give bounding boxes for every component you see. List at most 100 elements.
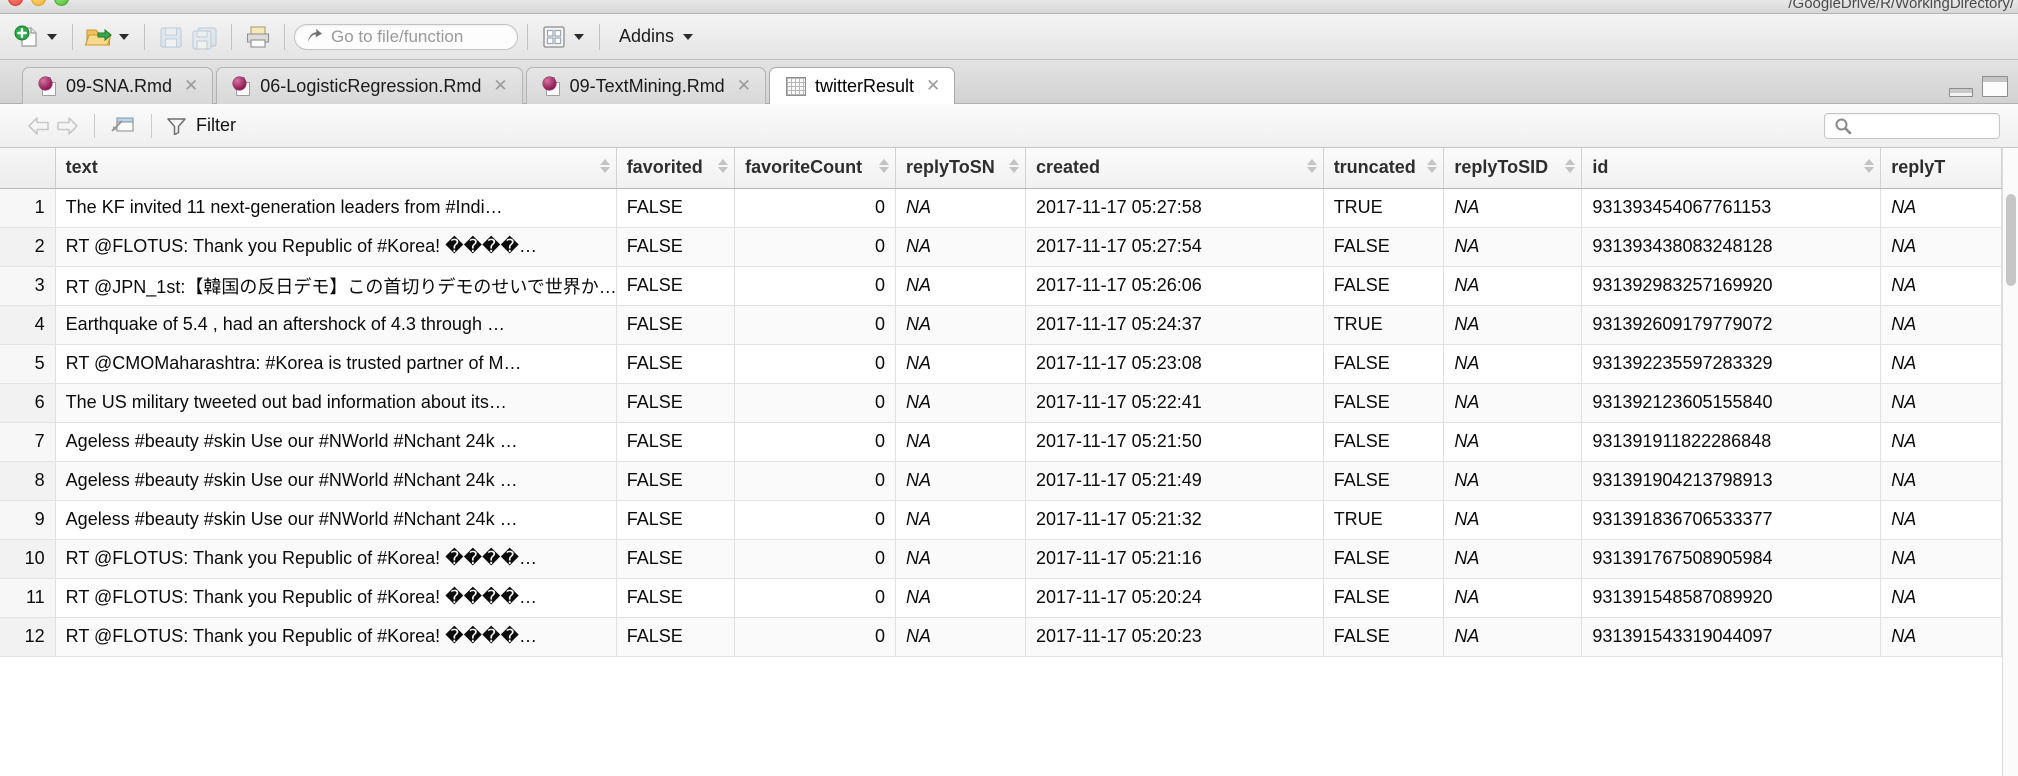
minimize-pane-button[interactable] <box>1949 88 1973 97</box>
table-row[interactable]: 7 Ageless #beauty #skin Use our #NWorld #… <box>0 422 2002 462</box>
vertical-scrollbar-thumb[interactable] <box>2006 194 2016 286</box>
cell-replyToSN: NA <box>895 227 1026 267</box>
table-row[interactable]: 12 RT @FLOTUS: Thank you Republic of #Kor… <box>0 617 2002 657</box>
table-row[interactable]: 2 RT @FLOTUS: Thank you Republic of #Kore… <box>0 227 2002 267</box>
row-number-cell: 9 <box>0 500 56 540</box>
cell-created: 2017-11-17 05:20:24 <box>1025 578 1324 618</box>
column-header-label: favorited <box>626 157 703 178</box>
column-sort-icon[interactable] <box>1008 158 1019 177</box>
search-input[interactable] <box>1824 113 2000 139</box>
forward-button[interactable] <box>53 115 80 137</box>
save-all-button[interactable] <box>188 20 222 54</box>
column-header-favoriteCount[interactable]: favoriteCount <box>734 148 897 189</box>
new-file-dropdown-caret[interactable] <box>47 33 57 40</box>
cell-replyToUID: NA <box>1880 383 2002 423</box>
close-window-button[interactable] <box>8 0 23 6</box>
cell-id: 931391543319044097 <box>1581 617 1882 657</box>
tab-label: 09-TextMining.Rmd <box>569 75 725 96</box>
column-header-text[interactable]: text <box>55 148 617 189</box>
cell-id: 931391836706533377 <box>1581 500 1882 540</box>
table-row[interactable]: 1 The KF invited 11 next-generation leade… <box>0 188 2002 228</box>
column-header-label: replyT <box>1891 157 1946 178</box>
minimize-window-button[interactable] <box>31 0 46 6</box>
cell-id: 931392609179779072 <box>1581 305 1882 345</box>
show-in-new-window-button[interactable] <box>109 111 137 140</box>
open-file-button[interactable] <box>82 20 116 54</box>
vertical-scrollbar[interactable] <box>2002 148 2018 776</box>
cell-created: 2017-11-17 05:27:58 <box>1025 188 1324 228</box>
row-number-cell: 5 <box>0 344 56 384</box>
column-header-truncated[interactable]: truncated <box>1323 148 1445 189</box>
tab-09-sna-rmd[interactable]: 09-SNA.Rmd ✕ <box>22 67 214 104</box>
tab-06-logisticregression-rmd[interactable]: 06-LogisticRegression.Rmd ✕ <box>216 67 523 104</box>
funnel-filter-icon <box>167 118 186 135</box>
filter-toggle-button[interactable]: Filter <box>166 115 236 136</box>
cell-text: RT @FLOTUS: Thank you Republic of #Korea… <box>55 617 617 657</box>
column-header-replyToSID[interactable]: replyToSID <box>1443 148 1583 189</box>
table-row[interactable]: 6 The US military tweeted out bad informa… <box>0 383 2002 423</box>
addins-menu-button[interactable]: Addins <box>619 26 699 47</box>
workspace-panes-button[interactable] <box>537 20 571 54</box>
pane-window-controls <box>1949 76 2008 97</box>
print-button[interactable] <box>241 20 275 54</box>
column-header-replyToUID[interactable]: replyT <box>1880 148 2002 189</box>
cell-text: RT @FLOTUS: Thank you Republic of #Korea… <box>55 227 617 267</box>
new-file-button[interactable] <box>10 20 44 54</box>
cell-text: RT @FLOTUS: Thank you Republic of #Korea… <box>55 578 617 618</box>
column-sort-icon[interactable] <box>599 158 610 177</box>
cell-favoriteCount: 0 <box>734 266 897 306</box>
column-sort-icon[interactable] <box>1565 158 1576 177</box>
column-sort-icon[interactable] <box>879 158 890 177</box>
popout-window-icon <box>111 117 134 132</box>
cell-id: 931393454067761153 <box>1581 188 1882 228</box>
cell-favoriteCount: 0 <box>734 539 897 579</box>
column-header-favorited[interactable]: favorited <box>616 148 736 189</box>
window-traffic-lights <box>8 0 69 6</box>
tab-09-textmining-rmd[interactable]: 09-TextMining.Rmd ✕ <box>525 67 766 104</box>
cell-created: 2017-11-17 05:26:06 <box>1025 266 1324 306</box>
cell-id: 931392983257169920 <box>1581 266 1882 306</box>
cell-truncated: FALSE <box>1323 422 1445 462</box>
cell-truncated: FALSE <box>1323 227 1445 267</box>
table-row[interactable]: 8 Ageless #beauty #skin Use our #NWorld #… <box>0 461 2002 501</box>
maximize-pane-button[interactable] <box>1982 76 2008 97</box>
tab-label: 06-LogisticRegression.Rmd <box>260 75 482 96</box>
open-file-dropdown-caret[interactable] <box>119 33 129 40</box>
tab-close-icon[interactable]: ✕ <box>926 76 940 96</box>
go-to-file-function-input[interactable]: Go to file/function <box>294 23 518 50</box>
cell-created: 2017-11-17 05:24:37 <box>1025 305 1324 345</box>
tab-close-icon[interactable]: ✕ <box>493 76 507 96</box>
filter-label: Filter <box>196 115 236 135</box>
tab-close-icon[interactable]: ✕ <box>737 76 751 96</box>
data-grid-viewport[interactable]: text favorited favoriteCount replyToSN creat… <box>0 148 2018 776</box>
jump-arrow-icon <box>308 29 322 42</box>
tab-twitterresult[interactable]: twitterResult ✕ <box>768 67 956 104</box>
tab-close-icon[interactable]: ✕ <box>184 76 198 96</box>
column-sort-icon[interactable] <box>1427 158 1438 177</box>
column-sort-icon[interactable] <box>718 158 729 177</box>
cell-text: Ageless #beauty #skin Use our #NWorld #N… <box>55 422 617 462</box>
table-row[interactable]: 4 Earthquake of 5.4 , had an aftershock o… <box>0 305 2002 345</box>
cell-text: Ageless #beauty #skin Use our #NWorld #N… <box>55 500 617 540</box>
toolbar-divider <box>72 23 73 50</box>
table-row[interactable]: 10 RT @FLOTUS: Thank you Republic of #Kor… <box>0 539 2002 579</box>
table-row[interactable]: 3 RT @JPN_1st:【韓国の反日デモ】この首切りデモのせいで世界か… FAL… <box>0 266 2002 306</box>
back-button[interactable] <box>26 115 53 137</box>
table-row[interactable]: 9 Ageless #beauty #skin Use our #NWorld #… <box>0 500 2002 540</box>
save-all-disks-icon <box>192 26 217 50</box>
save-button[interactable] <box>154 20 188 54</box>
column-header-id[interactable]: id <box>1581 148 1882 189</box>
cell-replyToSID: NA <box>1443 344 1583 384</box>
cell-truncated: FALSE <box>1323 266 1445 306</box>
table-row[interactable]: 5 RT @CMOMaharashtra: #Korea is trusted p… <box>0 344 2002 384</box>
column-header-replyToSN[interactable]: replyToSN <box>895 148 1026 189</box>
column-sort-icon[interactable] <box>1864 158 1875 177</box>
column-sort-icon[interactable] <box>1306 158 1317 177</box>
cell-replyToUID: NA <box>1880 578 2002 618</box>
column-header-created[interactable]: created <box>1025 148 1324 189</box>
table-row[interactable]: 11 RT @FLOTUS: Thank you Republic of #Kor… <box>0 578 2002 618</box>
cell-truncated: FALSE <box>1323 461 1445 501</box>
zoom-window-button[interactable] <box>54 0 69 6</box>
cell-created: 2017-11-17 05:23:08 <box>1025 344 1324 384</box>
panes-dropdown-caret[interactable] <box>574 33 584 40</box>
